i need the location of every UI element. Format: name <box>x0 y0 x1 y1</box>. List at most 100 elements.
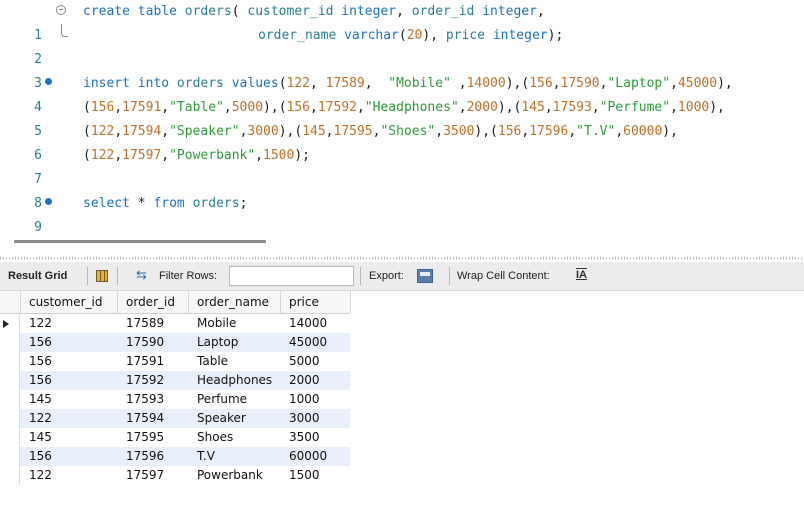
column-header-price[interactable]: price <box>281 291 351 313</box>
column-header-order-name[interactable]: order_name <box>189 291 281 313</box>
code-line-5[interactable]: 5 (156,17591,"Table",5000),(156,17592,"H… <box>0 96 804 139</box>
panel-splitter[interactable] <box>0 257 804 260</box>
code-text: (122,17594,"Speaker",3000),(145,17595,"S… <box>83 124 678 139</box>
row-header[interactable] <box>0 466 20 485</box>
row-header[interactable] <box>0 371 20 390</box>
cell-order-name[interactable]: Perfume <box>189 390 281 409</box>
code-line-9[interactable]: 9 select * from orders; <box>0 192 804 235</box>
horizontal-scrollbar[interactable] <box>14 240 266 243</box>
line-number: 9 <box>34 220 42 235</box>
table-row[interactable]: 122 17594 Speaker 3000 <box>0 409 350 428</box>
cell-order-id[interactable]: 17589 <box>118 314 189 333</box>
result-grid-label[interactable]: Result Grid <box>8 270 67 282</box>
code-line-2[interactable]: 2 order_name varchar(20), price integer)… <box>0 24 804 67</box>
cell-customer-id[interactable]: 156 <box>21 352 118 371</box>
cell-order-id[interactable]: 17594 <box>118 409 189 428</box>
cell-order-name[interactable]: Headphones <box>189 371 281 390</box>
code-line-4[interactable]: 4 insert into orders values(122, 17589, … <box>0 72 804 115</box>
wrap-cell-content-label: Wrap Cell Content: <box>457 270 550 282</box>
statement-dot-icon <box>45 198 52 205</box>
cell-price[interactable]: 3500 <box>281 428 351 447</box>
code-text: create table orders( customer_id integer… <box>83 4 545 19</box>
cell-price[interactable]: 2000 <box>281 371 351 390</box>
cell-customer-id[interactable]: 156 <box>21 333 118 352</box>
cell-order-name[interactable]: Laptop <box>189 333 281 352</box>
filter-icon[interactable]: ⇆ <box>136 267 147 283</box>
row-header[interactable] <box>0 333 20 352</box>
cell-order-id[interactable]: 17595 <box>118 428 189 447</box>
filter-rows-label: Filter Rows: <box>159 270 218 282</box>
header-corner <box>0 291 21 313</box>
cell-order-name[interactable]: T.V <box>189 447 281 466</box>
cell-price[interactable]: 14000 <box>281 314 351 333</box>
cell-order-name[interactable]: Powerbank <box>189 466 281 485</box>
table-row[interactable]: 145 17595 Shoes 3500 <box>0 428 350 447</box>
filter-rows-input[interactable] <box>229 266 354 286</box>
table-row[interactable]: 156 17591 Table 5000 <box>0 352 350 371</box>
grid-header: customer_id order_id order_name price <box>0 291 351 314</box>
table-row[interactable]: 122 17597 Powerbank 1500 <box>0 466 350 485</box>
cell-order-id[interactable]: 17596 <box>118 447 189 466</box>
wrap-icon[interactable]: IA <box>576 269 587 281</box>
toolbar-separator <box>87 267 88 285</box>
cell-price[interactable]: 1500 <box>281 466 351 485</box>
table-row[interactable]: 122 17589 Mobile 14000 <box>0 314 350 333</box>
cell-customer-id[interactable]: 145 <box>21 428 118 447</box>
cell-order-name[interactable]: Table <box>189 352 281 371</box>
grid-icon[interactable] <box>96 270 108 282</box>
table-row[interactable]: 156 17596 T.V 60000 <box>0 447 350 466</box>
sql-editor[interactable]: 1 create table orders( customer_id integ… <box>0 0 804 235</box>
code-text: insert into orders values(122, 17589, "M… <box>83 76 733 91</box>
cell-order-id[interactable]: 17597 <box>118 466 189 485</box>
row-header[interactable] <box>0 428 20 447</box>
row-header[interactable] <box>0 409 20 428</box>
fold-guide <box>61 24 68 37</box>
code-text: (122,17597,"Powerbank",1500); <box>83 148 310 163</box>
toolbar-separator <box>449 267 450 285</box>
fold-icon[interactable] <box>56 5 66 15</box>
table-row[interactable]: 145 17593 Perfume 1000 <box>0 390 350 409</box>
cell-order-id[interactable]: 17592 <box>118 371 189 390</box>
cell-customer-id[interactable]: 156 <box>21 447 118 466</box>
row-header[interactable] <box>0 390 20 409</box>
cell-customer-id[interactable]: 122 <box>21 466 118 485</box>
code-text: order_name varchar(20), price integer); <box>258 28 564 43</box>
export-label: Export: <box>369 270 404 282</box>
cell-price[interactable]: 1000 <box>281 390 351 409</box>
toolbar-separator <box>360 267 361 285</box>
cell-price[interactable]: 45000 <box>281 333 351 352</box>
code-line-8[interactable]: 8 <box>0 168 804 211</box>
result-toolbar: Result Grid ⇆ Filter Rows: Export: Wrap … <box>0 262 804 291</box>
row-header[interactable] <box>0 314 20 333</box>
toolbar-separator <box>117 267 118 285</box>
row-pointer-icon <box>3 320 9 328</box>
cell-customer-id[interactable]: 145 <box>21 390 118 409</box>
column-header-order-id[interactable]: order_id <box>118 291 189 313</box>
code-text: select * from orders; <box>83 196 248 211</box>
cell-customer-id[interactable]: 122 <box>21 409 118 428</box>
cell-order-id[interactable]: 17593 <box>118 390 189 409</box>
result-grid: customer_id order_id order_name price 12… <box>0 291 804 521</box>
row-header[interactable] <box>0 447 20 466</box>
cell-order-name[interactable]: Mobile <box>189 314 281 333</box>
code-line-7[interactable]: 7 (122,17597,"Powerbank",1500); <box>0 144 804 187</box>
column-header-customer-id[interactable]: customer_id <box>21 291 118 313</box>
code-line-1[interactable]: 1 create table orders( customer_id integ… <box>0 0 804 43</box>
table-row[interactable]: 156 17590 Laptop 45000 <box>0 333 350 352</box>
code-text: (156,17591,"Table",5000),(156,17592,"Hea… <box>83 100 725 115</box>
export-icon[interactable] <box>417 269 433 283</box>
cell-price[interactable]: 5000 <box>281 352 351 371</box>
cell-customer-id[interactable]: 122 <box>21 314 118 333</box>
row-header[interactable] <box>0 352 20 371</box>
cell-order-id[interactable]: 17591 <box>118 352 189 371</box>
cell-price[interactable]: 3000 <box>281 409 351 428</box>
statement-dot-icon <box>45 78 52 85</box>
cell-price[interactable]: 60000 <box>281 447 351 466</box>
table-row[interactable]: 156 17592 Headphones 2000 <box>0 371 350 390</box>
cell-order-name[interactable]: Speaker <box>189 409 281 428</box>
cell-order-id[interactable]: 17590 <box>118 333 189 352</box>
cell-customer-id[interactable]: 156 <box>21 371 118 390</box>
code-line-6[interactable]: 6 (122,17594,"Speaker",3000),(145,17595,… <box>0 120 804 163</box>
cell-order-name[interactable]: Shoes <box>189 428 281 447</box>
code-line-3[interactable]: 3 <box>0 48 804 91</box>
